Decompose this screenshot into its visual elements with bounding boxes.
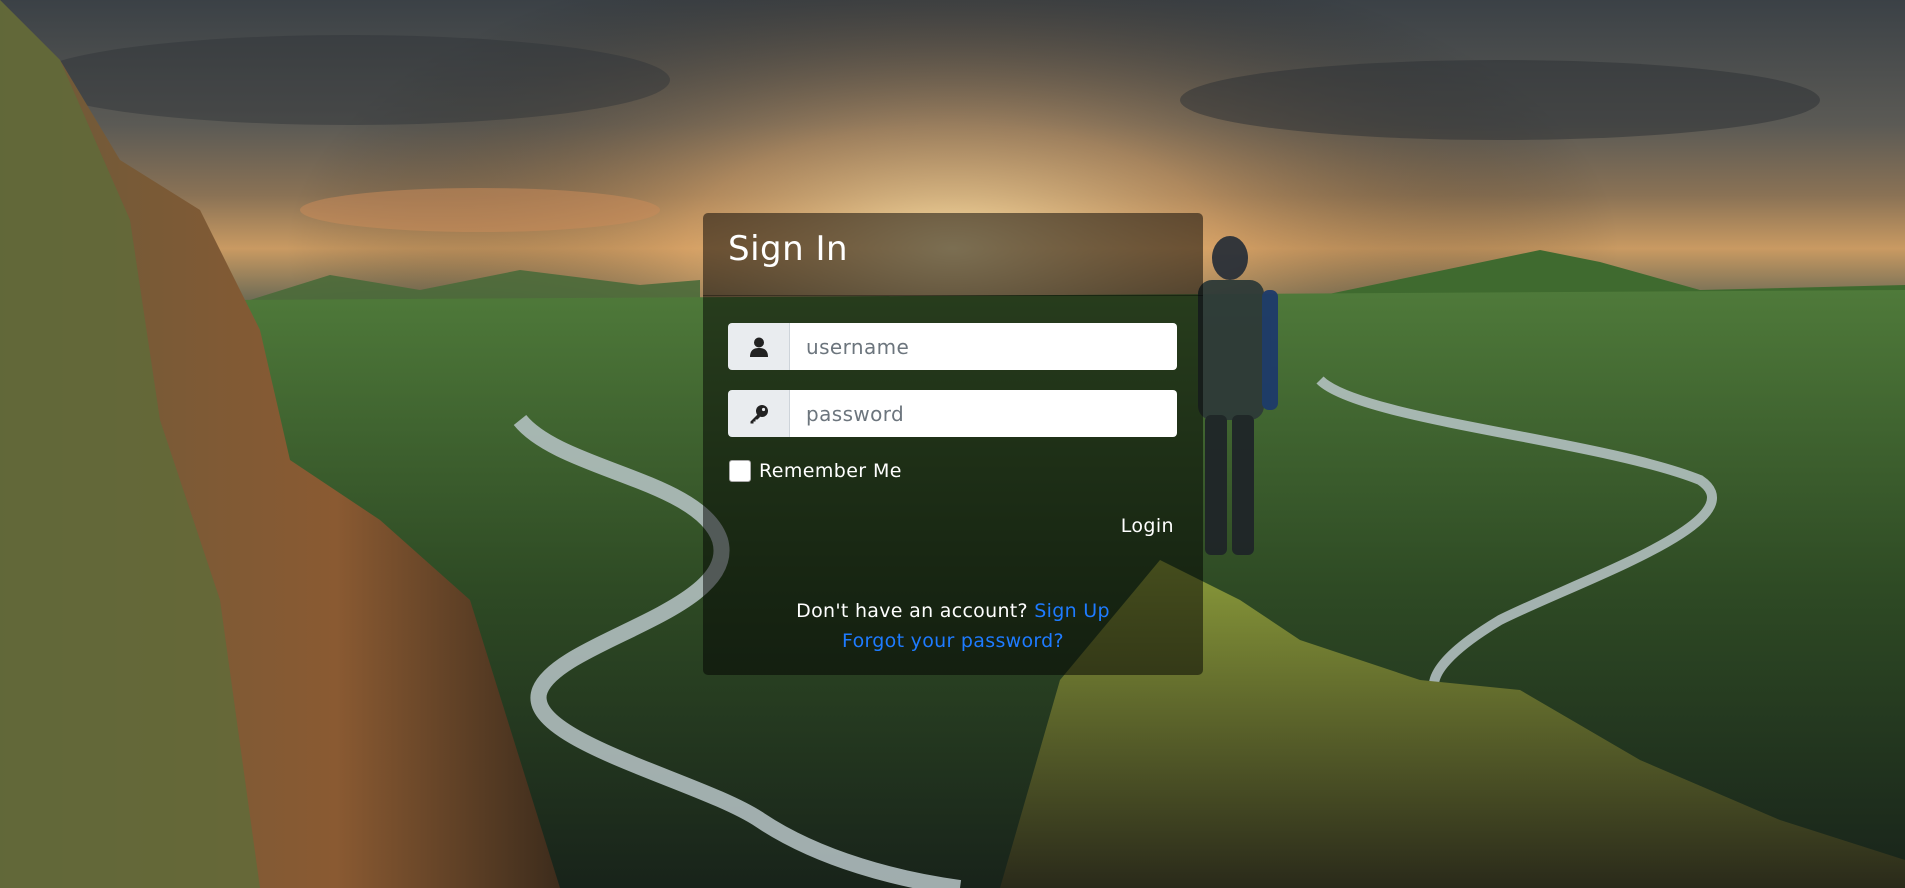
- sign-in-card: Sign In Remember Me Login Don't have an …: [703, 213, 1203, 675]
- signup-question: Don't have an account?: [796, 600, 1028, 622]
- card-header: Sign In: [703, 213, 1203, 296]
- card-footer: Don't have an account? Sign Up Forgot yo…: [703, 596, 1203, 656]
- page-title: Sign In: [728, 229, 849, 269]
- password-input[interactable]: [790, 390, 1177, 437]
- username-input[interactable]: [790, 323, 1177, 370]
- remember-me-row[interactable]: Remember Me: [729, 460, 902, 482]
- user-icon: [728, 323, 790, 370]
- username-field-group: [728, 323, 1177, 370]
- forgot-password-link[interactable]: Forgot your password?: [842, 630, 1064, 652]
- login-button[interactable]: Login: [1121, 515, 1174, 537]
- password-field-group: [728, 390, 1177, 437]
- forgot-line: Forgot your password?: [703, 626, 1203, 656]
- key-icon: [728, 390, 790, 437]
- remember-me-checkbox[interactable]: [729, 460, 751, 482]
- signup-line: Don't have an account? Sign Up: [703, 596, 1203, 626]
- sign-up-link[interactable]: Sign Up: [1034, 600, 1110, 622]
- remember-me-label: Remember Me: [759, 460, 902, 482]
